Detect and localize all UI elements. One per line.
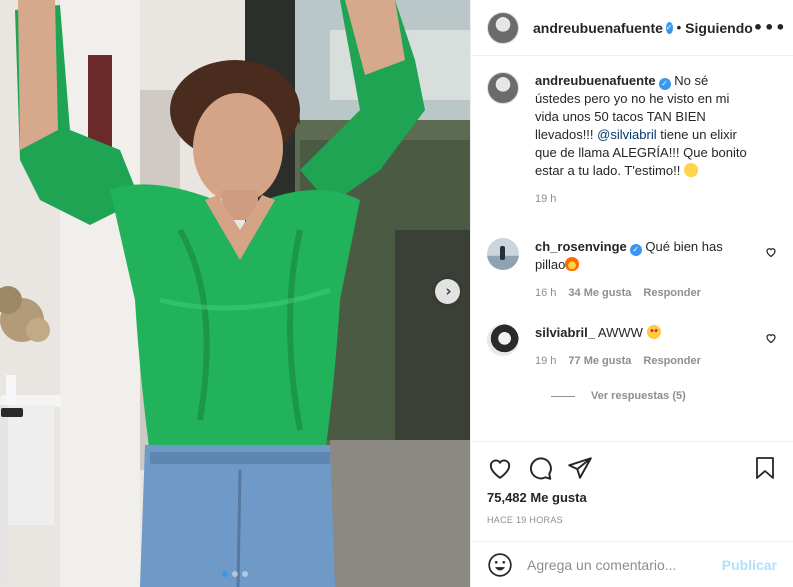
post-timestamp[interactable]: HACE 19 HORAS [487,515,777,525]
comment-likes[interactable]: 34 Me gusta [568,284,631,302]
caption-meta: 19 h [535,190,755,208]
more-icon[interactable]: ••• [753,18,787,37]
comment-body: silviabril_ AWWW 19 h 77 Me gusta Respon… [535,324,777,370]
comment-text: AWWW [597,325,643,340]
next-photo-button[interactable]: › [435,279,460,304]
chevron-right-icon: › [445,282,452,300]
carousel-dot [242,571,248,577]
heart-eyes-emoji-icon [646,325,661,339]
post-actions: 75,482 Me gusta HACE 19 HORAS [471,441,793,525]
comments-list[interactable]: andreubuenafuente ✓ No sé ústedes pero yo… [471,56,793,441]
post-header: andreubuenafuente ✓ • Siguiendo ••• [471,0,793,56]
caption-body: andreubuenafuente ✓ No sé ústedes pero yo… [535,72,777,208]
view-replies-button[interactable]: Ver respuestas (5) [551,390,777,402]
likes-count[interactable]: 75,482 Me gusta [487,490,777,505]
photo-scene [0,0,470,587]
view-replies-label: Ver respuestas (5) [591,390,686,402]
fire-emoji-icon [565,257,580,271]
comment: ch_rosenvinge ✓ Qué bien has pillao 16 h … [487,238,777,302]
verified-icon: ✓ [629,244,642,256]
commenter-avatar[interactable] [487,324,519,356]
comment-meta: 19 h 77 Me gusta Responder [535,352,755,370]
caption-mention-link[interactable]: @silviabril [597,127,656,142]
comment-icon[interactable] [527,455,553,481]
heart-icon[interactable] [765,332,777,344]
carousel-dot [232,571,238,577]
comment-username[interactable]: ch_rosenvinge [535,239,627,254]
verified-icon: ✓ [665,21,673,34]
heart-icon[interactable] [765,246,777,258]
emoji-icon[interactable] [487,552,513,578]
comment-body: ch_rosenvinge ✓ Qué bien has pillao 16 h … [535,238,777,302]
add-comment-bar: Publicar [471,541,793,587]
post-photo[interactable]: › [0,0,470,587]
following-button[interactable]: Siguiendo [685,20,753,36]
commenter-avatar[interactable] [487,238,519,270]
reply-button[interactable]: Responder [643,284,700,302]
caption-username[interactable]: andreubuenafuente [535,73,656,88]
post-side-panel: andreubuenafuente ✓ • Siguiendo ••• andr… [470,0,793,587]
verified-icon: ✓ [658,78,671,90]
carousel-dot [222,571,228,577]
comment-time[interactable]: 19 h [535,352,556,370]
comment-meta: 16 h 34 Me gusta Responder [535,284,755,302]
comment-input[interactable] [527,556,722,573]
action-bar [487,452,777,484]
bookmark-icon[interactable] [753,455,777,481]
heart-icon[interactable] [487,455,513,481]
author-avatar[interactable] [487,11,519,44]
post-dialog: › andreubuenafuente ✓ • Siguiendo ••• an… [0,0,793,587]
caption: andreubuenafuente ✓ No sé ústedes pero yo… [487,72,777,208]
kiss-emoji-icon [683,163,698,177]
replies-divider [551,395,575,397]
comment-likes[interactable]: 77 Me gusta [568,352,631,370]
publish-button[interactable]: Publicar [722,557,777,573]
caption-avatar[interactable] [487,72,519,104]
comment: silviabril_ AWWW 19 h 77 Me gusta Respon… [487,324,777,370]
carousel-indicator [0,571,470,577]
comment-time[interactable]: 16 h [535,284,556,302]
comment-username[interactable]: silviabril_ [535,325,595,340]
reply-button[interactable]: Responder [643,352,700,370]
author-username[interactable]: andreubuenafuente [533,20,663,36]
caption-time[interactable]: 19 h [535,190,556,208]
share-icon[interactable] [567,455,593,481]
header-separator: • [676,20,682,35]
